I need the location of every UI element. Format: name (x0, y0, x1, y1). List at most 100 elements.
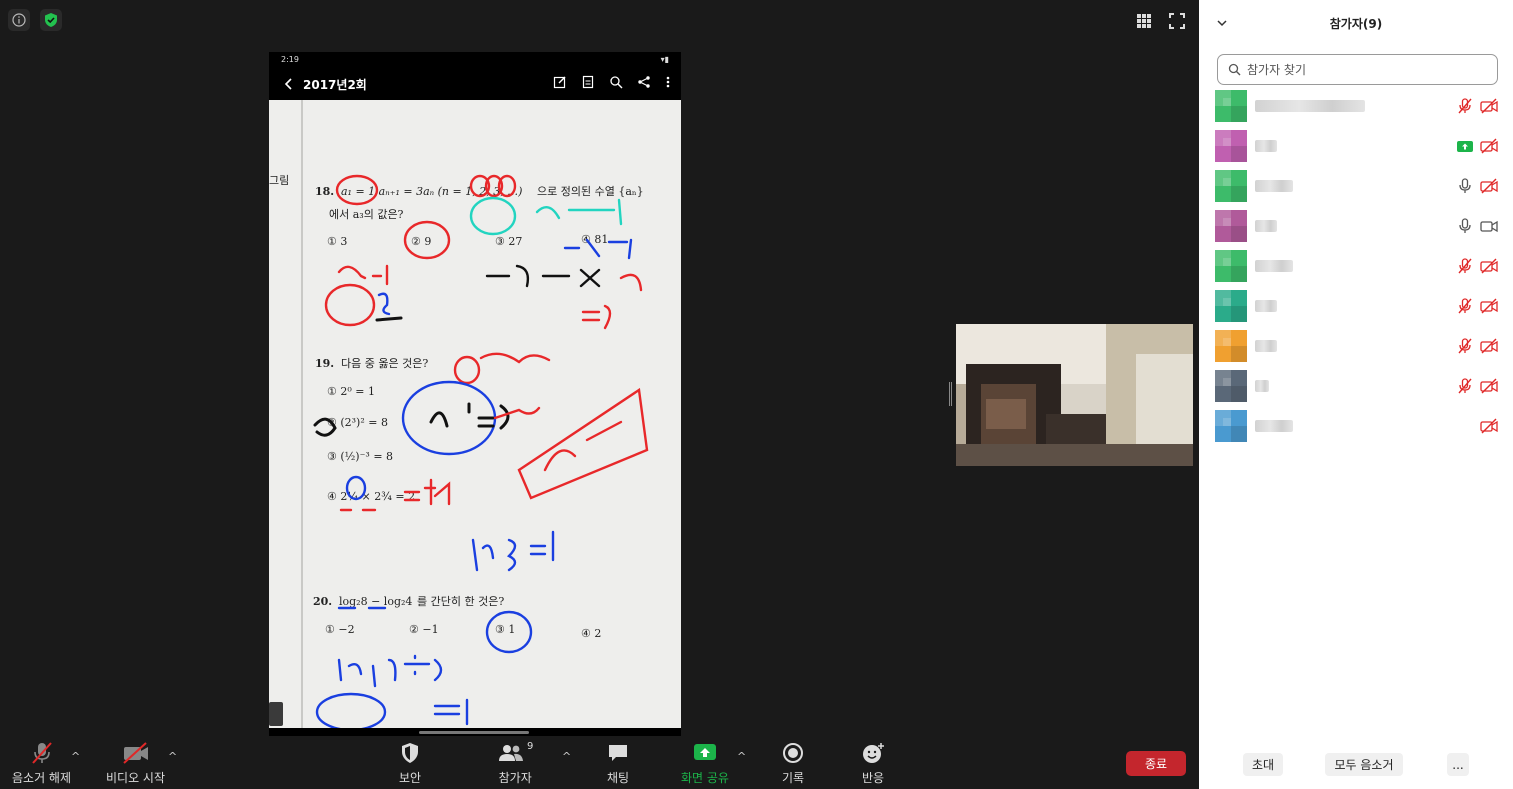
self-video-thumbnail[interactable] (956, 324, 1193, 466)
edit-icon[interactable] (553, 75, 567, 89)
q20-choice-1: ① −2 (325, 623, 355, 636)
mic-icon (1456, 177, 1474, 195)
q18-choice-3: ③ 27 (495, 235, 522, 248)
end-meeting-button[interactable]: 종료 (1126, 751, 1186, 776)
participants-button[interactable]: 9 참가자 (497, 740, 534, 786)
search-icon[interactable] (609, 75, 623, 89)
participants-panel-title: 참가자(9) (1329, 17, 1383, 31)
participants-icon: 9 (497, 740, 533, 766)
participant-row[interactable] (1199, 210, 1513, 250)
encryption-shield-icon[interactable] (40, 9, 62, 31)
phone-app-bar: 2017년2회 (269, 68, 681, 100)
avatar (1215, 330, 1247, 362)
record-label: 기록 (782, 771, 805, 785)
worksheet-page: 그림 18. a₁ = 1 aₙ₊₁ = 3aₙ (n = 1, 2, 3, …… (269, 100, 681, 728)
participant-row[interactable] (1199, 250, 1513, 290)
phone-side-tab[interactable] (269, 702, 283, 726)
q18-text: 으로 정의된 수열 {aₙ} (537, 185, 644, 198)
security-label: 보안 (399, 771, 422, 785)
phone-status-time: 2:19 (281, 55, 299, 64)
participant-name-blurred (1255, 180, 1293, 192)
participants-options-caret-icon[interactable]: ^ (562, 750, 571, 763)
worksheet-drawing: 그림 18. a₁ = 1 aₙ₊₁ = 3aₙ (n = 1, 2, 3, …… (269, 174, 649, 728)
participant-row[interactable] (1199, 370, 1513, 410)
mic-muted-icon (1456, 297, 1474, 315)
reaction-smiley-icon (861, 740, 885, 766)
shared-screen: 2:19 ▾▮ 2017년2회 그림 18. a₁ = 1 aₙ₊₁ = 3aₙ… (269, 52, 681, 736)
avatar (1215, 130, 1247, 162)
mic-icon (1456, 217, 1474, 235)
q18-text2: 에서 a₃의 값은? (329, 208, 404, 221)
meeting-stage: 2:19 ▾▮ 2017년2회 그림 18. a₁ = 1 aₙ₊₁ = 3aₙ… (0, 0, 1199, 789)
mic-muted-icon (1456, 257, 1474, 275)
gallery-view-icon[interactable] (1133, 10, 1155, 32)
video-options-caret-icon[interactable]: ^ (168, 750, 177, 763)
side-label: 그림 (269, 174, 289, 187)
share-screen-button[interactable]: 화면 공유 (681, 740, 729, 786)
participant-search[interactable] (1217, 54, 1498, 85)
mic-muted-icon (31, 740, 53, 766)
avatar (1215, 290, 1247, 322)
start-video-button[interactable]: 비디오 시작 (106, 740, 165, 786)
share-options-caret-icon[interactable]: ^ (737, 750, 746, 763)
unmute-label: 음소거 해제 (12, 771, 72, 785)
more-options-button[interactable]: ... (1447, 753, 1469, 776)
avatar (1215, 170, 1247, 202)
participant-name-blurred (1255, 380, 1269, 392)
q20-number: 20. (313, 595, 332, 608)
participant-row[interactable] (1199, 130, 1513, 170)
share-screen-label: 화면 공유 (681, 771, 729, 785)
share-screen-icon (693, 740, 717, 766)
participant-row[interactable] (1199, 330, 1513, 370)
fullscreen-icon[interactable] (1166, 10, 1188, 32)
q19-choice-3: ③ (½)⁻³ = 8 (327, 450, 393, 463)
chat-button[interactable]: 채팅 (607, 740, 629, 786)
more-vert-icon[interactable] (665, 75, 671, 89)
reactions-button[interactable]: 반응 (861, 740, 885, 786)
q18-choice-4: ④ 81 (581, 233, 608, 246)
avatar (1215, 370, 1247, 402)
participants-label: 참가자 (498, 771, 532, 785)
avatar (1215, 250, 1247, 282)
mic-muted-icon (1456, 377, 1474, 395)
q18-choice-2: ② 9 (411, 235, 431, 248)
participant-row[interactable] (1199, 170, 1513, 210)
audio-options-caret-icon[interactable]: ^ (71, 750, 80, 763)
avatar (1215, 210, 1247, 242)
participant-search-input[interactable] (1247, 62, 1487, 77)
phone-signal-icon: ▾▮ (660, 55, 669, 64)
video-off-icon (122, 740, 150, 766)
participant-name-blurred (1255, 300, 1277, 312)
phone-home-handle (419, 731, 529, 734)
back-arrow-icon[interactable] (281, 76, 297, 92)
q19-choice-4: ④ 2¼ × 2¾ = 2 (327, 490, 415, 503)
share-icon[interactable] (637, 75, 651, 89)
video-drag-handle[interactable] (949, 382, 952, 406)
start-video-label: 비디오 시작 (106, 771, 166, 785)
meeting-toolbar: 음소거 해제 ^ 비디오 시작 ^ 보안 9 참가자 ^ 채팅 화면 공유 ^ … (0, 736, 1199, 789)
video-off-icon (1480, 257, 1498, 275)
unmute-button[interactable]: 음소거 해제 (12, 740, 71, 786)
video-icon (1480, 217, 1498, 235)
participant-row[interactable] (1199, 90, 1513, 130)
q19-choice-1: ① 2⁰ = 1 (327, 385, 375, 398)
mic-muted-icon (1456, 97, 1474, 115)
security-shield-icon (400, 740, 420, 766)
phone-status-bar: 2:19 ▾▮ (269, 52, 681, 68)
participants-panel: 참가자(9) 초대 모두 음소거 ... (1199, 0, 1513, 789)
info-icon[interactable] (8, 9, 30, 31)
video-off-icon (1480, 137, 1498, 155)
invite-button[interactable]: 초대 (1243, 753, 1283, 776)
participant-row[interactable] (1199, 410, 1513, 450)
avatar (1215, 410, 1247, 442)
participant-row[interactable] (1199, 290, 1513, 330)
reactions-label: 반응 (861, 771, 885, 785)
q20-text: 를 간단히 한 것은? (417, 594, 504, 608)
record-button[interactable]: 기록 (782, 740, 804, 786)
mute-all-button[interactable]: 모두 음소거 (1325, 753, 1403, 776)
security-button[interactable]: 보안 (399, 740, 421, 786)
q20-choice-2: ② −1 (409, 623, 439, 636)
search-icon (1228, 63, 1241, 76)
page-icon[interactable] (581, 75, 595, 89)
phone-doc-title: 2017년2회 (303, 77, 367, 92)
